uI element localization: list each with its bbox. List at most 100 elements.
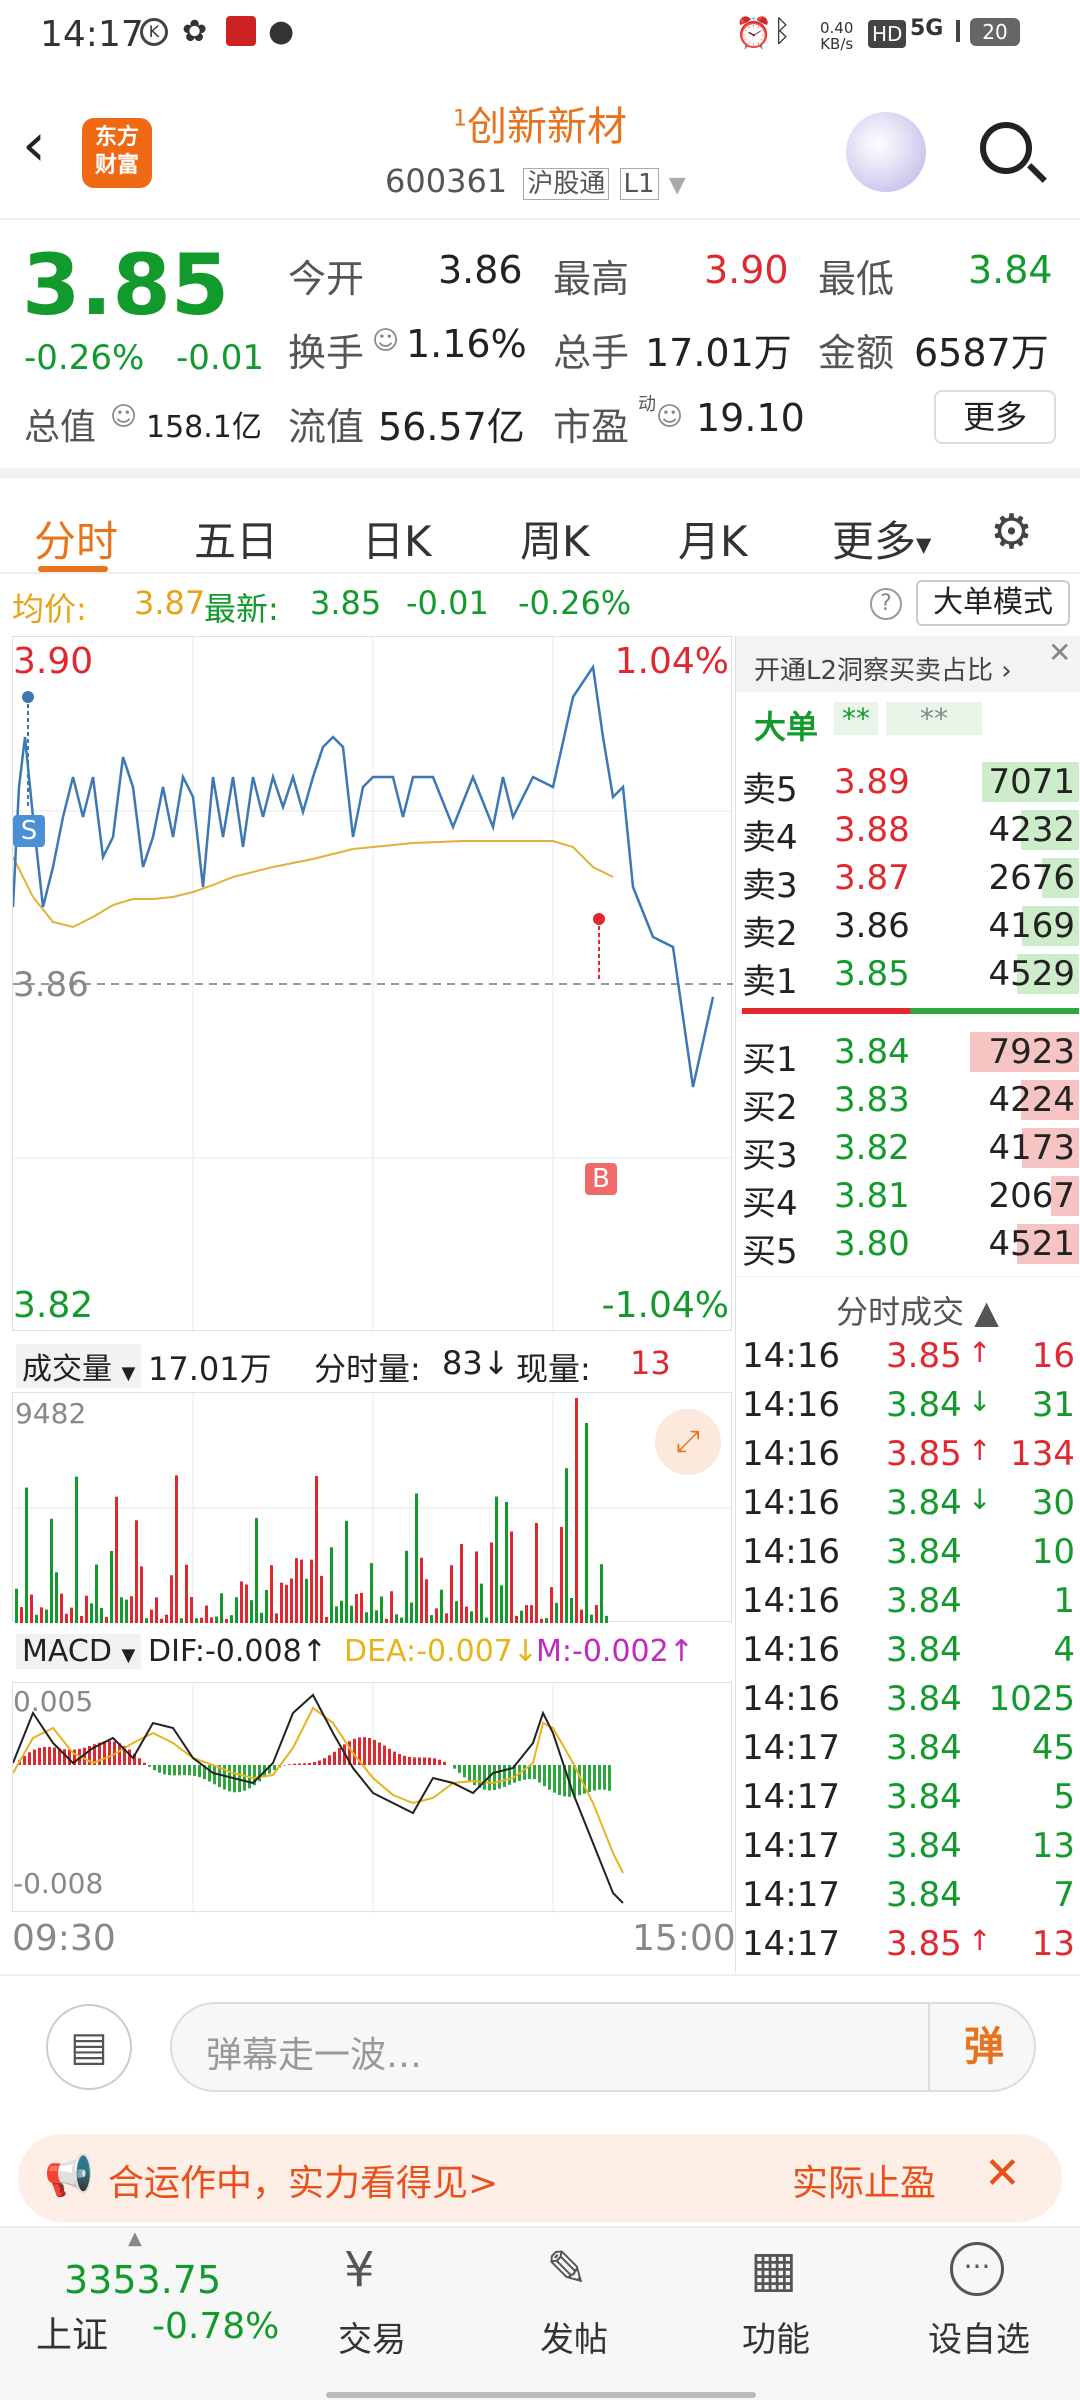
macd-bar bbox=[208, 1765, 211, 1782]
expand-up-icon[interactable]: ▲ bbox=[128, 2228, 142, 2249]
close-banner-icon[interactable]: ✕ bbox=[984, 2148, 1021, 2199]
info-icon[interactable]: ☺ bbox=[110, 402, 137, 432]
more-button[interactable]: 更多 bbox=[934, 390, 1056, 444]
quote-panel: 3.85 -0.26% -0.01 今开 3.86 最高 3.90 最低 3.8… bbox=[0, 222, 1080, 467]
bid-levels[interactable]: 买1 3.84 7923 买2 3.83 4224 买3 3.82 4173 买4 3.81 2067… bbox=[736, 1028, 1080, 1278]
watchlist-icon[interactable]: ··· bbox=[950, 2242, 1004, 2296]
ask-levels[interactable]: 卖5 3.89 7071 卖4 3.88 4232 卖3 3.87 2676 卖2 3.86 4169… bbox=[736, 758, 1080, 1008]
index-pct[interactable]: -0.78% bbox=[152, 2306, 279, 2347]
big-order-mode-button[interactable]: 大单模式 bbox=[916, 580, 1070, 626]
macd-bar bbox=[588, 1765, 591, 1792]
k-app-icon: K bbox=[140, 18, 168, 46]
volume-bar bbox=[590, 1614, 593, 1623]
stock-code-row[interactable]: 600361 沪股通 L1 ▼ bbox=[385, 162, 686, 200]
help-icon[interactable]: ? bbox=[870, 588, 902, 620]
index-value[interactable]: 3353.75 bbox=[64, 2258, 221, 2302]
l2-promo[interactable]: 开通L2洞察买卖占比 › ✕ bbox=[736, 636, 1080, 692]
banner-text: 合运作中，实力看得见> bbox=[108, 2163, 499, 2204]
macd-top-label: 0.005 bbox=[13, 1685, 94, 1718]
robot-avatar-icon[interactable] bbox=[846, 112, 926, 192]
volume-bar bbox=[380, 1596, 383, 1623]
bid-level-3[interactable]: 买3 3.82 4173 bbox=[736, 1124, 1080, 1176]
ask-level-1[interactable]: 卖5 3.89 7071 bbox=[736, 758, 1080, 810]
bid-level-4[interactable]: 买4 3.81 2067 bbox=[736, 1172, 1080, 1224]
intraday-chart[interactable]: 3.90 1.04% 3.86 3.82 -1.04% S B bbox=[12, 636, 733, 1332]
macd-bottom-label: -0.008 bbox=[13, 1867, 104, 1900]
info-icon[interactable]: ☺ bbox=[656, 402, 683, 432]
eastmoney-logo[interactable]: 东方 财富 bbox=[82, 118, 152, 188]
wechat-icon: ✿ bbox=[182, 14, 208, 49]
net-speed: 0.40 KB/s bbox=[820, 19, 854, 53]
high-label: 最高 bbox=[553, 257, 630, 301]
danmaku-input[interactable]: 弹幕走一波… 弹 bbox=[170, 2002, 1036, 2092]
level-label: 买3 bbox=[742, 1136, 798, 1176]
ask-level-4[interactable]: 卖2 3.86 4169 bbox=[736, 902, 1080, 954]
level-label: 卖1 bbox=[742, 962, 798, 1002]
promo-banner[interactable]: 📢 合运作中，实力看得见> 实际止盈 ✕ bbox=[18, 2134, 1062, 2222]
tick-list[interactable]: 14:16 3.85 ↑ 16 14:16 3.84 ↓ 31 14:16 3.85 ↑ 134 14:… bbox=[736, 1332, 1080, 1972]
ask-level-3[interactable]: 卖3 3.87 2676 bbox=[736, 854, 1080, 906]
bid-level-1[interactable]: 买1 3.84 7923 bbox=[736, 1028, 1080, 1080]
macd-bar bbox=[378, 1742, 381, 1765]
volume-bar bbox=[105, 1616, 108, 1623]
macd-bar bbox=[53, 1747, 56, 1765]
macd-bar bbox=[398, 1754, 401, 1765]
ask-level-5[interactable]: 卖1 3.85 4529 bbox=[736, 950, 1080, 1002]
danmaku-settings-icon[interactable]: ▤ bbox=[46, 2004, 132, 2090]
volume-bar bbox=[155, 1597, 158, 1623]
tick-arrow: ↑ bbox=[968, 1336, 992, 1369]
level-price: 3.80 bbox=[834, 1224, 910, 1264]
post-icon[interactable]: ✎ bbox=[546, 2240, 588, 2298]
danmaku-send-button[interactable]: 弹 bbox=[928, 2004, 1038, 2090]
nav-function[interactable]: 功能 bbox=[742, 2312, 810, 2361]
index-name[interactable]: 上证 bbox=[36, 2306, 108, 2358]
nav-post[interactable]: 发帖 bbox=[540, 2312, 608, 2361]
back-arrow-icon[interactable]: ‹ bbox=[22, 110, 46, 180]
macd-indicator-select[interactable]: MACD ▼ bbox=[16, 1634, 142, 1669]
info-icon[interactable]: ☺ bbox=[372, 326, 399, 356]
tab-weekly-k[interactable]: 周K bbox=[520, 508, 590, 569]
volume-indicator-select[interactable]: 成交量 ▼ bbox=[16, 1344, 142, 1388]
ask-level-2[interactable]: 卖4 3.88 4232 bbox=[736, 806, 1080, 858]
tab-monthly-k[interactable]: 月K bbox=[678, 508, 748, 569]
macd-bar bbox=[463, 1765, 466, 1778]
volume-bar bbox=[445, 1613, 448, 1623]
volume-bar bbox=[475, 1551, 478, 1623]
macd-chart[interactable]: 0.005 -0.008 bbox=[12, 1682, 732, 1913]
home-indicator bbox=[326, 2392, 756, 2398]
volume-bar bbox=[540, 1618, 543, 1623]
macd-bar bbox=[178, 1765, 181, 1776]
volume-bar bbox=[240, 1581, 243, 1623]
gear-icon[interactable]: ⚙ bbox=[990, 504, 1033, 560]
tab-intraday[interactable]: 分时 bbox=[34, 508, 118, 569]
volume-chart[interactable]: 9482 ⤢ bbox=[12, 1392, 733, 1623]
sell-marker[interactable]: S bbox=[13, 815, 45, 847]
macd-bar bbox=[108, 1741, 111, 1765]
macd-bar bbox=[363, 1737, 366, 1765]
tab-5day[interactable]: 五日 bbox=[194, 508, 278, 569]
mcap-value: 158.1亿 bbox=[146, 410, 262, 445]
buy-marker[interactable]: B bbox=[585, 1163, 617, 1195]
ticks-header[interactable]: 分时成交 ▲ bbox=[736, 1276, 1080, 1332]
tick-arrow: ↑ bbox=[968, 1434, 992, 1467]
tab-daily-k[interactable]: 日K bbox=[362, 508, 432, 569]
tick-row: 14:16 3.84 ↓ 30 bbox=[736, 1479, 1080, 1529]
nav-trade[interactable]: 交易 bbox=[338, 2312, 406, 2361]
volume-bar bbox=[345, 1520, 348, 1623]
nav-add-watchlist[interactable]: 设自选 bbox=[928, 2312, 1030, 2361]
stock-code: 600361 bbox=[385, 162, 508, 200]
macd-bar bbox=[368, 1738, 371, 1765]
stock-title[interactable]: 1创新新材 bbox=[380, 94, 700, 152]
tab-more[interactable]: 更多▼ bbox=[832, 508, 931, 569]
bid-level-2[interactable]: 买2 3.83 4224 bbox=[736, 1076, 1080, 1128]
tick-price: 3.84 bbox=[886, 1385, 962, 1425]
search-icon[interactable] bbox=[980, 122, 1032, 174]
volume-bar bbox=[200, 1617, 203, 1623]
bid-level-5[interactable]: 买5 3.80 4521 bbox=[736, 1220, 1080, 1272]
close-promo-icon[interactable]: ✕ bbox=[1048, 636, 1071, 669]
expand-icon[interactable]: ⤢ bbox=[655, 1409, 721, 1475]
function-icon[interactable]: ▦ bbox=[750, 2240, 797, 2298]
volume-bar bbox=[505, 1501, 508, 1623]
trade-icon[interactable]: ¥ bbox=[344, 2242, 375, 2298]
volume-bar bbox=[65, 1613, 68, 1623]
